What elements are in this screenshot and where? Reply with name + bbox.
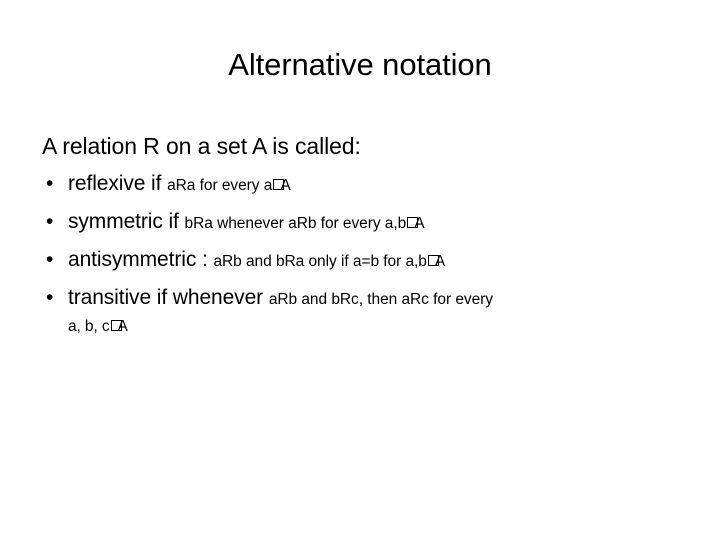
intro-text: A relation R on a set A is called:: [42, 133, 361, 159]
term-definition: aRb and bRc, then aRc for every: [268, 291, 493, 308]
bullet-marker-icon: •: [46, 210, 54, 233]
list-item: • symmetric if bRa whenever aRb for ever…: [42, 208, 692, 238]
term-label: reflexive if: [68, 172, 162, 195]
term-definition: bRa whenever aRb for every a,b: [184, 215, 407, 232]
set-name: A: [280, 177, 291, 194]
page-title: Alternative notation: [228, 47, 492, 82]
set-name: A: [414, 215, 425, 232]
list-item: • reflexive if aRa for every a A: [42, 170, 692, 200]
bullet-marker-icon: •: [46, 172, 54, 195]
term-label: antisymmetric :: [68, 248, 208, 271]
set-name: A: [434, 253, 446, 270]
slide-body: A relation R on a set A is called: • ref…: [42, 131, 692, 339]
term-definition-continuation: a, b, c: [68, 318, 110, 335]
term-definition: aRa for every a: [167, 177, 273, 194]
list-item: • transitive if whenever aRb and bRc, th…: [42, 284, 692, 339]
slide-canvas: Alternative notation A relation R on a s…: [0, 0, 720, 540]
list-item: • antisymmetric : aRb and bRa only if a=…: [42, 246, 692, 276]
term-label: transitive if whenever: [68, 286, 264, 309]
term-definition-wrap: a, b, c A: [68, 315, 692, 339]
bullet-marker-icon: •: [46, 286, 54, 309]
bullet-marker-icon: •: [46, 248, 54, 271]
definition-list: • reflexive if aRa for every a A • symmet…: [42, 170, 692, 339]
set-name: A: [117, 318, 128, 335]
term-definition: aRb and bRa only if a=b for a,b: [213, 253, 427, 270]
term-label: symmetric if: [68, 210, 179, 233]
